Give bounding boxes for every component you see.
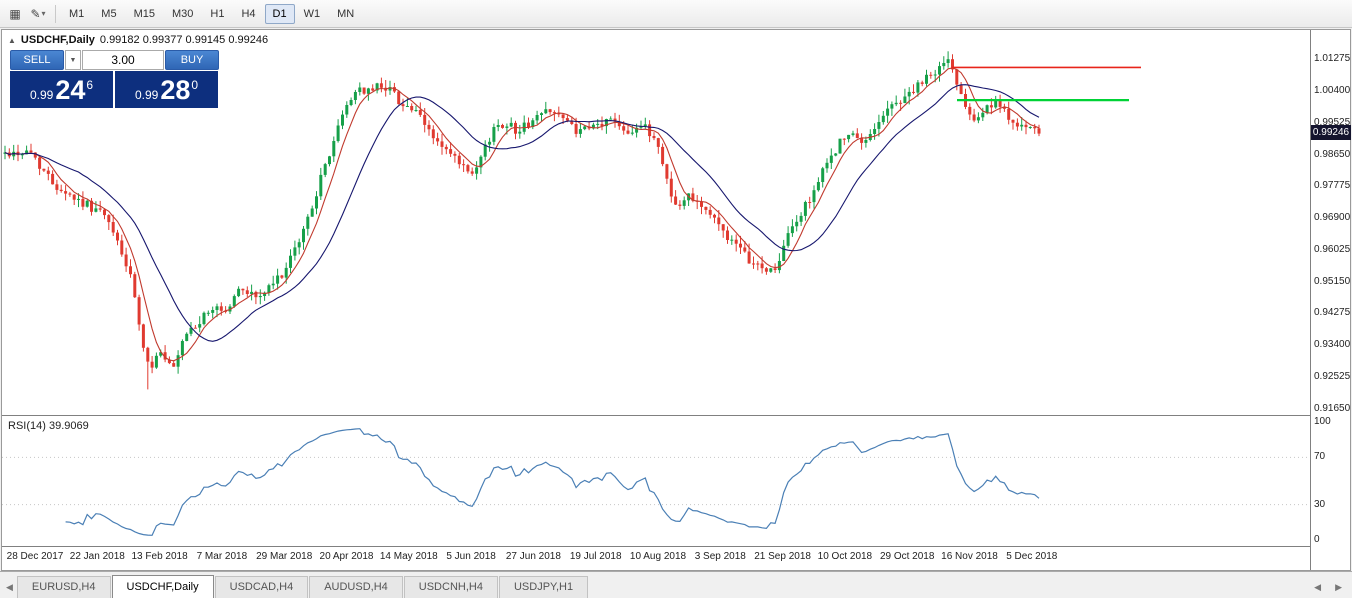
timeframe-bar: M1M5M15M30H1H4D1W1MN (61, 4, 363, 24)
chart-title: ▲ USDCHF,Daily 0.99182 0.99377 0.99145 0… (8, 34, 268, 46)
timeframe-m5[interactable]: M5 (93, 4, 124, 24)
one-click-trading-panel: SELL ▼ 3.00 BUY 0.99 24 6 0.99 28 0 (10, 50, 220, 108)
timeframe-m30[interactable]: M30 (164, 4, 201, 24)
volume-input[interactable]: 3.00 (82, 50, 164, 70)
sell-button[interactable]: SELL (10, 50, 64, 70)
price-axis-label: 1.00400 (1314, 85, 1350, 96)
drawing-tools-dropdown[interactable]: ✎ ▾ (27, 4, 49, 24)
timeframe-m1[interactable]: M1 (61, 4, 92, 24)
price-axis-label: 0.92525 (1314, 371, 1350, 382)
volume-dropdown[interactable]: ▼ (65, 50, 81, 70)
toolbar-separator (55, 5, 56, 23)
tabs-scroll-next-icon[interactable]: ▶ (1331, 578, 1346, 598)
chart-tab-eurusd[interactable]: EURUSD,H4 (17, 576, 111, 598)
rsi-axis-label: 30 (1314, 499, 1325, 510)
collapse-panel-icon[interactable]: ▲ (8, 36, 16, 45)
chart-tab-usdchf[interactable]: USDCHF,Daily (112, 575, 214, 598)
timeframe-w1[interactable]: W1 (296, 4, 329, 24)
chart-tab-usdcnh[interactable]: USDCNH,H4 (404, 576, 498, 598)
symbol-label: USDCHF,Daily (21, 34, 95, 46)
price-axis-label: 0.99525 (1314, 117, 1350, 128)
buy-price-big: 28 (160, 77, 190, 104)
pencil-icon: ✎ (30, 7, 40, 21)
sell-price-display[interactable]: 0.99 24 6 (10, 71, 113, 108)
chart-tab-usdjpy[interactable]: USDJPY,H1 (499, 576, 588, 598)
rsi-axis-label: 70 (1314, 451, 1325, 462)
buy-price-prefix: 0.99 (135, 88, 158, 102)
rsi-axis-label: 100 (1314, 416, 1331, 427)
price-axis-label: 0.91650 (1314, 403, 1350, 414)
price-axis-label: 0.98650 (1314, 149, 1350, 160)
timeframe-m15[interactable]: M15 (126, 4, 163, 24)
price-axis-label: 1.01275 (1314, 53, 1350, 64)
price-axis-label: 0.93400 (1314, 339, 1350, 350)
sell-price-pip: 6 (86, 78, 93, 92)
rsi-chart[interactable] (2, 416, 1310, 546)
tabs-scroll-left-icon[interactable]: ◀ (2, 578, 17, 598)
chart-tabs-bar: ◀ EURUSD,H4USDCHF,DailyUSDCAD,H4AUDUSD,H… (0, 571, 1352, 598)
sell-price-prefix: 0.99 (30, 88, 53, 102)
price-axis-label: 0.96025 (1314, 244, 1350, 255)
ohlc-values: 0.99182 0.99377 0.99145 0.99246 (100, 34, 268, 46)
chart-tabs: EURUSD,H4USDCHF,DailyUSDCAD,H4AUDUSD,H4U… (17, 571, 1310, 598)
price-axis-label: 0.97775 (1314, 180, 1350, 191)
chart-mode-icon[interactable]: ▦ (4, 4, 26, 24)
price-axis-label: 0.94275 (1314, 307, 1350, 318)
chart-grid-glyph: ▦ (9, 7, 20, 21)
timeframe-h1[interactable]: H1 (202, 4, 232, 24)
pane-divider-bottom (2, 546, 1310, 547)
buy-price-pip: 0 (191, 78, 198, 92)
mt4-window: ▦ ✎ ▾ M1M5M15M30H1H4D1W1MN ▲ USDCHF,Dail… (0, 0, 1352, 598)
tabs-scroll-prev-icon[interactable]: ◀ (1310, 578, 1325, 598)
buy-price-display[interactable]: 0.99 28 0 (115, 71, 218, 108)
timeframe-h4[interactable]: H4 (233, 4, 263, 24)
buy-button[interactable]: BUY (165, 50, 219, 70)
chart-tab-usdcad[interactable]: USDCAD,H4 (215, 576, 309, 598)
price-axis-label: 0.96900 (1314, 212, 1350, 223)
price-axis[interactable]: 0.99246 1.012751.004000.995250.986500.97… (1310, 30, 1350, 570)
price-axis-label: 0.95150 (1314, 276, 1350, 287)
timeframe-d1[interactable]: D1 (265, 4, 295, 24)
timeframe-mn[interactable]: MN (329, 4, 362, 24)
date-label: 5 Dec 2018 (995, 551, 1069, 562)
rsi-axis-label: 0 (1314, 534, 1320, 545)
chart-tab-audusd[interactable]: AUDUSD,H4 (309, 576, 403, 598)
chevron-down-icon: ▾ (42, 9, 46, 18)
chart-window: ▲ USDCHF,Daily 0.99182 0.99377 0.99145 0… (1, 29, 1351, 571)
rsi-indicator-label: RSI(14) 39.9069 (8, 420, 89, 432)
sell-price-big: 24 (55, 77, 85, 104)
toolbar: ▦ ✎ ▾ M1M5M15M30H1H4D1W1MN (0, 0, 1352, 28)
time-axis[interactable]: 28 Dec 201722 Jan 201813 Feb 20187 Mar 2… (2, 548, 1310, 569)
